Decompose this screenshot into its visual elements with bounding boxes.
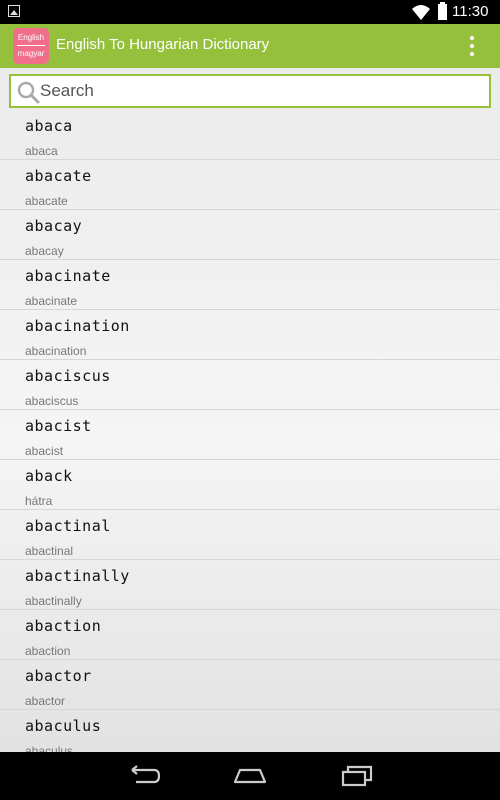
navigation-bar (0, 752, 500, 800)
main-content: abacaabacaabacateabacateabacayabacayabac… (0, 68, 500, 752)
list-item[interactable]: aback hátra (0, 460, 500, 510)
list-item[interactable]: abaca abaca (0, 110, 500, 160)
menu-dot (470, 36, 474, 40)
list-item[interactable]: abacate abacate (0, 160, 500, 210)
word-translation: abaciscus (25, 394, 79, 408)
word-term: abacay (25, 217, 83, 235)
image-notification-icon (8, 5, 20, 17)
search-input[interactable] (40, 78, 480, 104)
list-item[interactable]: abaction abaction (0, 610, 500, 660)
status-time: 11:30 (452, 3, 489, 20)
list-item[interactable]: abactinal abactinal (0, 510, 500, 560)
word-translation: hátra (25, 494, 53, 508)
word-translation: abactinally (25, 594, 82, 608)
list-item[interactable]: abacay abacay (0, 210, 500, 260)
word-term: abacination (25, 317, 130, 335)
word-term: abactinal (25, 517, 111, 535)
word-term: abacate (25, 167, 92, 185)
app-logo-text-english: English (17, 33, 45, 42)
word-translation: abaculus (25, 744, 74, 752)
list-item[interactable]: abactor abactor (0, 660, 500, 710)
overflow-menu-icon[interactable] (464, 34, 480, 58)
word-translation: abactor (25, 694, 66, 708)
app-title: English To Hungarian Dictionary (56, 36, 270, 53)
action-bar: English magyar English To Hungarian Dict… (0, 24, 500, 68)
search-box[interactable] (9, 74, 491, 108)
word-translation: abactinal (25, 544, 74, 558)
list-item[interactable]: abacist abacist (0, 410, 500, 460)
app-logo-text-magyar: magyar (17, 49, 45, 58)
menu-dot (470, 52, 474, 56)
word-translation: abacinate (25, 294, 78, 308)
word-term: abactor (25, 667, 92, 685)
wifi-icon (412, 5, 430, 20)
word-translation: abacate (25, 194, 68, 208)
word-list: abaca abaca abacate abacate abacay abacay abac… (0, 110, 500, 752)
app-logo-divider (17, 45, 45, 46)
word-term: abactinally (25, 567, 130, 585)
list-item[interactable]: abacinate abacinate (0, 260, 500, 310)
word-translation: abaction (25, 644, 71, 658)
app-logo: English magyar (13, 28, 49, 64)
word-translation: abacination (25, 344, 87, 358)
home-icon[interactable] (232, 764, 268, 788)
back-icon[interactable] (126, 764, 162, 788)
word-term: abacist (25, 417, 92, 435)
search-icon (17, 81, 40, 104)
list-item[interactable]: abaciscus abaciscus (0, 360, 500, 410)
word-translation: abaca (25, 144, 58, 158)
word-translation: abacist (25, 444, 64, 458)
list-item[interactable]: abactinally abactinally (0, 560, 500, 610)
word-term: abaction (25, 617, 102, 635)
battery-icon (438, 2, 447, 20)
word-term: abacinate (25, 267, 111, 285)
word-translation: abacay (25, 244, 64, 258)
word-term: abaculus (25, 717, 102, 735)
list-item[interactable]: abaculus abaculus (0, 710, 500, 752)
word-term: aback (25, 467, 73, 485)
menu-dot (470, 44, 474, 48)
list-item[interactable]: abacination abacination (0, 310, 500, 360)
status-bar: 11:30 (0, 0, 500, 24)
recent-apps-icon[interactable] (340, 764, 376, 788)
word-term: abaca (25, 117, 73, 135)
word-term: abaciscus (25, 367, 111, 385)
